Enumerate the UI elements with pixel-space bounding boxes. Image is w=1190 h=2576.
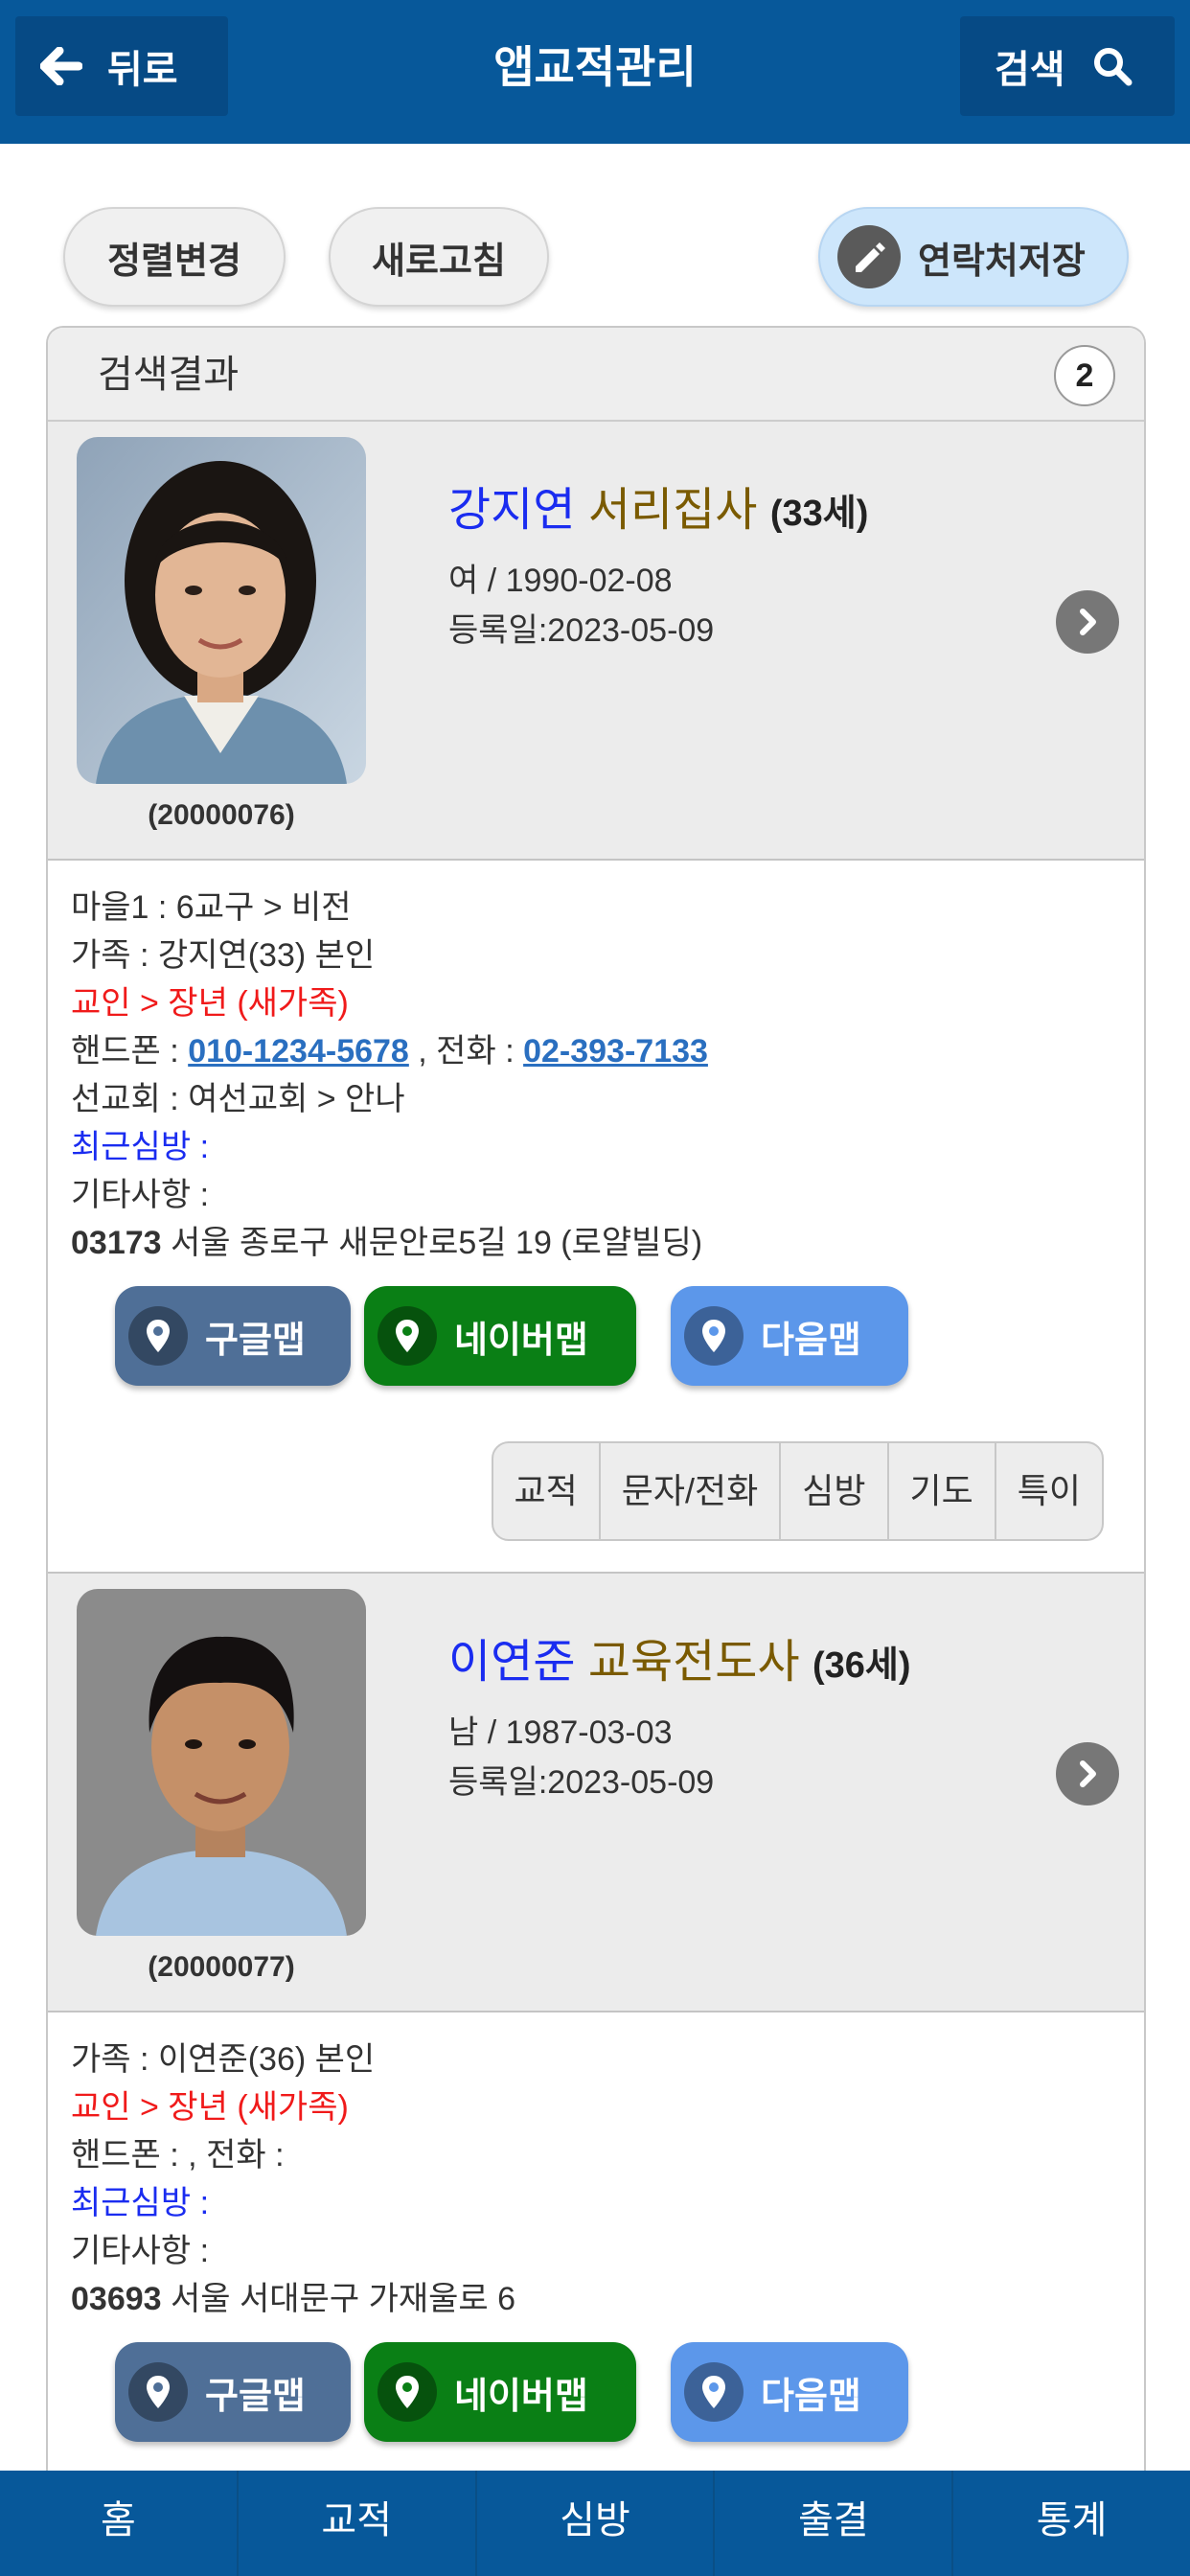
daum-map-button[interactable]: 다음맵 [671,1286,908,1386]
map-pin-icon [684,1306,744,1366]
member-registered: 등록일:2023-05-09 [448,612,715,649]
map-pin-icon [378,1306,437,1366]
member-address-text: 서울 종로구 새문안로5길 19 (로얄빌딩) [161,1225,703,1261]
member-family: 가족 : 강지연(33) 본인 [71,937,376,974]
member-zip: 03173 [71,1225,162,1261]
arrow-left-icon [40,47,82,85]
member-zip: 03693 [71,2281,162,2317]
map-pin-icon [378,2362,437,2422]
bottom-nav: 홈 교적 심방 출결 통계 [0,2471,1190,2576]
member-name-line: 이연준 교육전도사 (36세) [448,1623,911,1690]
save-contacts-label: 연락처저장 [918,241,1086,282]
member-address: 03693 서울 서대문구 가재울로 6 [71,2275,1144,2323]
member-detail-tabs: 교적 문자/전화 심방 기도 특이 [491,1441,1104,1541]
map-buttons: 구글맵 네이버맵 다음맵 [71,2342,1144,2448]
member-card-header[interactable]: (20000076) 강지연 서리집사 (33세) 여 / 1990-02-08… [48,422,1144,861]
member-notes: 기타사항 : [71,1177,210,1213]
member-registered: 등록일:2023-05-09 [448,1764,715,1801]
back-button[interactable]: 뒤로 [15,16,228,116]
member-recent-visit: 최근심방 : [71,2185,210,2221]
search-icon [1093,48,1133,86]
tel-link[interactable]: 02-393-7133 [523,1033,708,1070]
member-gender-birth: 여 / 1990-02-08 [448,563,673,599]
naver-map-button[interactable]: 네이버맵 [364,2342,636,2442]
tab-visitation[interactable]: 심방 [779,1443,886,1539]
member-name: 강지연 [448,485,576,536]
member-address-text: 서울 서대문구 가재울로 6 [161,2281,516,2317]
tab-member-record[interactable]: 교적 [493,1443,599,1539]
daum-map-button[interactable]: 다음맵 [671,2342,908,2442]
member-photo [77,437,366,784]
member-family: 가족 : 이연준(36) 본인 [71,2041,376,2078]
member-name-line: 강지연 서리집사 (33세) [448,472,868,539]
map-pin-icon [684,2362,744,2422]
nav-statistics[interactable]: 통계 [951,2471,1190,2576]
results-panel: 검색결과 2 (20000076) 강지연 서리집사 (33세) 여 / 199… [46,326,1146,2576]
member-notes: 기타사항 : [71,2233,210,2269]
nav-visitation[interactable]: 심방 [474,2471,714,2576]
member-mission: 선교회 : 여선교회 > 안나 [71,1081,405,1117]
tel-prefix: , 전화 : [408,1033,524,1070]
nav-home[interactable]: 홈 [0,2471,237,2576]
member-rank: 교육전도사 [587,1637,800,1688]
back-label: 뒤로 [107,49,178,91]
naver-map-label: 네이버맵 [454,1320,588,1361]
member-id: (20000076) [148,799,295,831]
member-village: 마을1 : 6교구 > 비전 [71,889,352,926]
results-count-badge: 2 [1054,345,1115,406]
naver-map-button[interactable]: 네이버맵 [364,1286,636,1386]
tab-special[interactable]: 특이 [994,1443,1102,1539]
chevron-right-icon[interactable] [1056,590,1119,654]
results-title: 검색결과 [98,354,240,396]
member-contacts: 핸드폰 : , 전화 : [71,2137,285,2174]
map-pin-icon [128,2362,188,2422]
member-church-status: 교인 > 장년 (새가족) [71,2089,349,2126]
member-photo [77,1589,366,1936]
tab-prayer[interactable]: 기도 [886,1443,995,1539]
google-map-button[interactable]: 구글맵 [115,1286,351,1386]
map-buttons: 구글맵 네이버맵 다음맵 [71,1286,1144,1392]
member-contacts: 핸드폰 : 010-1234-5678 , 전화 : 02-393-7133 [71,1027,1144,1075]
phone-link[interactable]: 010-1234-5678 [188,1033,409,1070]
google-map-label: 구글맵 [205,2376,306,2417]
member-name: 이연준 [448,1637,576,1688]
results-header: 검색결과 2 [48,328,1144,422]
member-detail: 마을1 : 6교구 > 비전 가족 : 강지연(33) 본인 교인 > 장년 (… [48,861,1144,1572]
sort-button[interactable]: 정렬변경 [63,207,286,307]
pencil-icon [837,225,901,288]
tab-sms-call[interactable]: 문자/전화 [598,1443,779,1539]
nav-member-records[interactable]: 교적 [236,2471,475,2576]
save-contacts-button[interactable]: 연락처저장 [818,207,1129,307]
member-gender-birth: 남 / 1987-03-03 [448,1714,673,1751]
search-label: 검색 [995,49,1065,91]
app-header: 앱교적관리 뒤로 검색 [0,0,1190,144]
member-detail: 가족 : 이연준(36) 본인 교인 > 장년 (새가족) 핸드폰 : , 전화… [48,2012,1144,2472]
member-address: 03173 서울 종로구 새문안로5길 19 (로얄빌딩) [71,1219,1144,1267]
member-id: (20000077) [148,1951,295,1983]
member-rank: 서리집사 [587,485,758,536]
daum-map-label: 다음맵 [761,1320,861,1361]
member-recent-visit: 최근심방 : [71,1129,210,1165]
member-age: (36세) [812,1645,911,1686]
phone-prefix: 핸드폰 : [71,1033,189,1070]
member-card-header[interactable]: (20000077) 이연준 교육전도사 (36세) 남 / 1987-03-0… [48,1574,1144,2012]
google-map-button[interactable]: 구글맵 [115,2342,351,2442]
daum-map-label: 다음맵 [761,2376,861,2417]
member-age: (33세) [769,494,869,534]
google-map-label: 구글맵 [205,1320,306,1361]
naver-map-label: 네이버맵 [454,2376,588,2417]
search-button[interactable]: 검색 [960,16,1175,116]
refresh-button[interactable]: 새로고침 [329,207,549,307]
member-church-status: 교인 > 장년 (새가족) [71,985,349,1022]
nav-attendance[interactable]: 출결 [713,2471,951,2576]
map-pin-icon [128,1306,188,1366]
chevron-right-icon[interactable] [1056,1742,1119,1806]
